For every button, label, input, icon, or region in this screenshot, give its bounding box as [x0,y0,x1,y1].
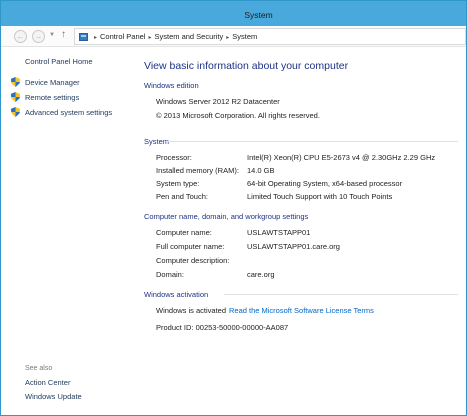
activation-status: Windows is activated [156,306,227,315]
pen-and-touch-label: Pen and Touch: [156,192,208,201]
computer-name-label: Computer name: [156,228,212,237]
full-computer-name-value: USLAWTSTAPP01.care.org [247,242,340,251]
breadcrumb-chevron-icon[interactable]: ▸ [148,35,151,41]
up-arrow-icon[interactable]: ↑ [61,29,66,40]
computer-description-label: Computer description: [156,256,230,265]
edition-name: Windows Server 2012 R2 Datacenter [156,97,280,106]
control-panel-home-link[interactable]: Control Panel Home [25,57,93,66]
remote-settings-link[interactable]: Remote settings [11,92,79,102]
advanced-system-settings-label: Advanced system settings [25,108,113,117]
action-center-link[interactable]: Action Center [25,378,70,387]
installed-memory-value: 14.0 GB [247,166,275,175]
recent-locations-chevron-icon[interactable]: ▼ [49,32,55,38]
breadcrumb-chevron-icon[interactable]: ▸ [226,35,229,41]
main-content: View basic information about your comput… [136,48,466,415]
system-type-label: System type: [156,179,200,188]
processor-value: Intel(R) Xeon(R) CPU E5-2673 v4 @ 2.30GH… [247,153,436,162]
breadcrumb-system-and-security[interactable]: System and Security [154,32,223,41]
navigation-bar: ← → ▼ ↑ ▸ Control Panel ▸ System and Securi… [1,26,466,47]
uac-shield-icon [11,77,20,87]
windows-update-link[interactable]: Windows Update [25,392,82,401]
domain-value: care.org [247,270,275,279]
section-heading-windows-edition: Windows edition [144,81,199,90]
installed-memory-label: Installed memory (RAM): [156,166,239,175]
device-manager-link[interactable]: Device Manager [11,77,80,87]
advanced-system-settings-link[interactable]: Advanced system settings [11,107,112,117]
back-arrow-icon[interactable]: ← [14,30,27,43]
computer-name-value: USLAWTSTAPP01 [247,228,311,237]
breadcrumb-control-panel[interactable]: Control Panel [100,32,145,41]
remote-settings-label: Remote settings [25,93,80,102]
section-divider [166,141,458,142]
forward-arrow-icon[interactable]: → [32,30,45,43]
device-manager-label: Device Manager [25,78,80,87]
see-also-heading: See also [25,365,53,372]
uac-shield-icon [11,92,20,102]
window-title: System [244,10,273,20]
full-computer-name-label: Full computer name: [156,242,225,251]
page-title: View basic information about your comput… [144,60,349,72]
system-type-value: 64-bit Operating System, x64-based proce… [247,179,403,188]
title-bar[interactable]: System [1,1,466,26]
system-window: System ← → ▼ ↑ ▸ Control Panel ▸ System and… [0,0,467,416]
breadcrumb-system[interactable]: System [232,32,257,41]
left-task-pane: Control Panel Home Device Manager Remote… [1,48,136,415]
address-bar[interactable]: ▸ Control Panel ▸ System and Security ▸ Syste… [74,28,466,45]
section-heading-windows-activation: Windows activation [144,290,209,299]
processor-label: Processor: [156,153,192,162]
section-divider [224,294,458,295]
pen-and-touch-value: Limited Touch Support with 10 Touch Poin… [247,192,393,201]
uac-shield-icon [11,107,20,117]
copyright-text: © 2013 Microsoft Corporation. All rights… [156,111,320,120]
breadcrumb: ▸ Control Panel ▸ System and Security ▸ Syste… [91,32,257,41]
control-panel-icon [79,33,88,41]
product-id: Product ID: 00253-50000-00000-AA087 [156,323,289,332]
section-heading-computer-name: Computer name, domain, and workgroup set… [144,212,309,221]
breadcrumb-chevron-icon[interactable]: ▸ [94,35,97,41]
license-terms-link[interactable]: Read the Microsoft Software License Term… [229,306,374,315]
domain-label: Domain: [156,270,184,279]
